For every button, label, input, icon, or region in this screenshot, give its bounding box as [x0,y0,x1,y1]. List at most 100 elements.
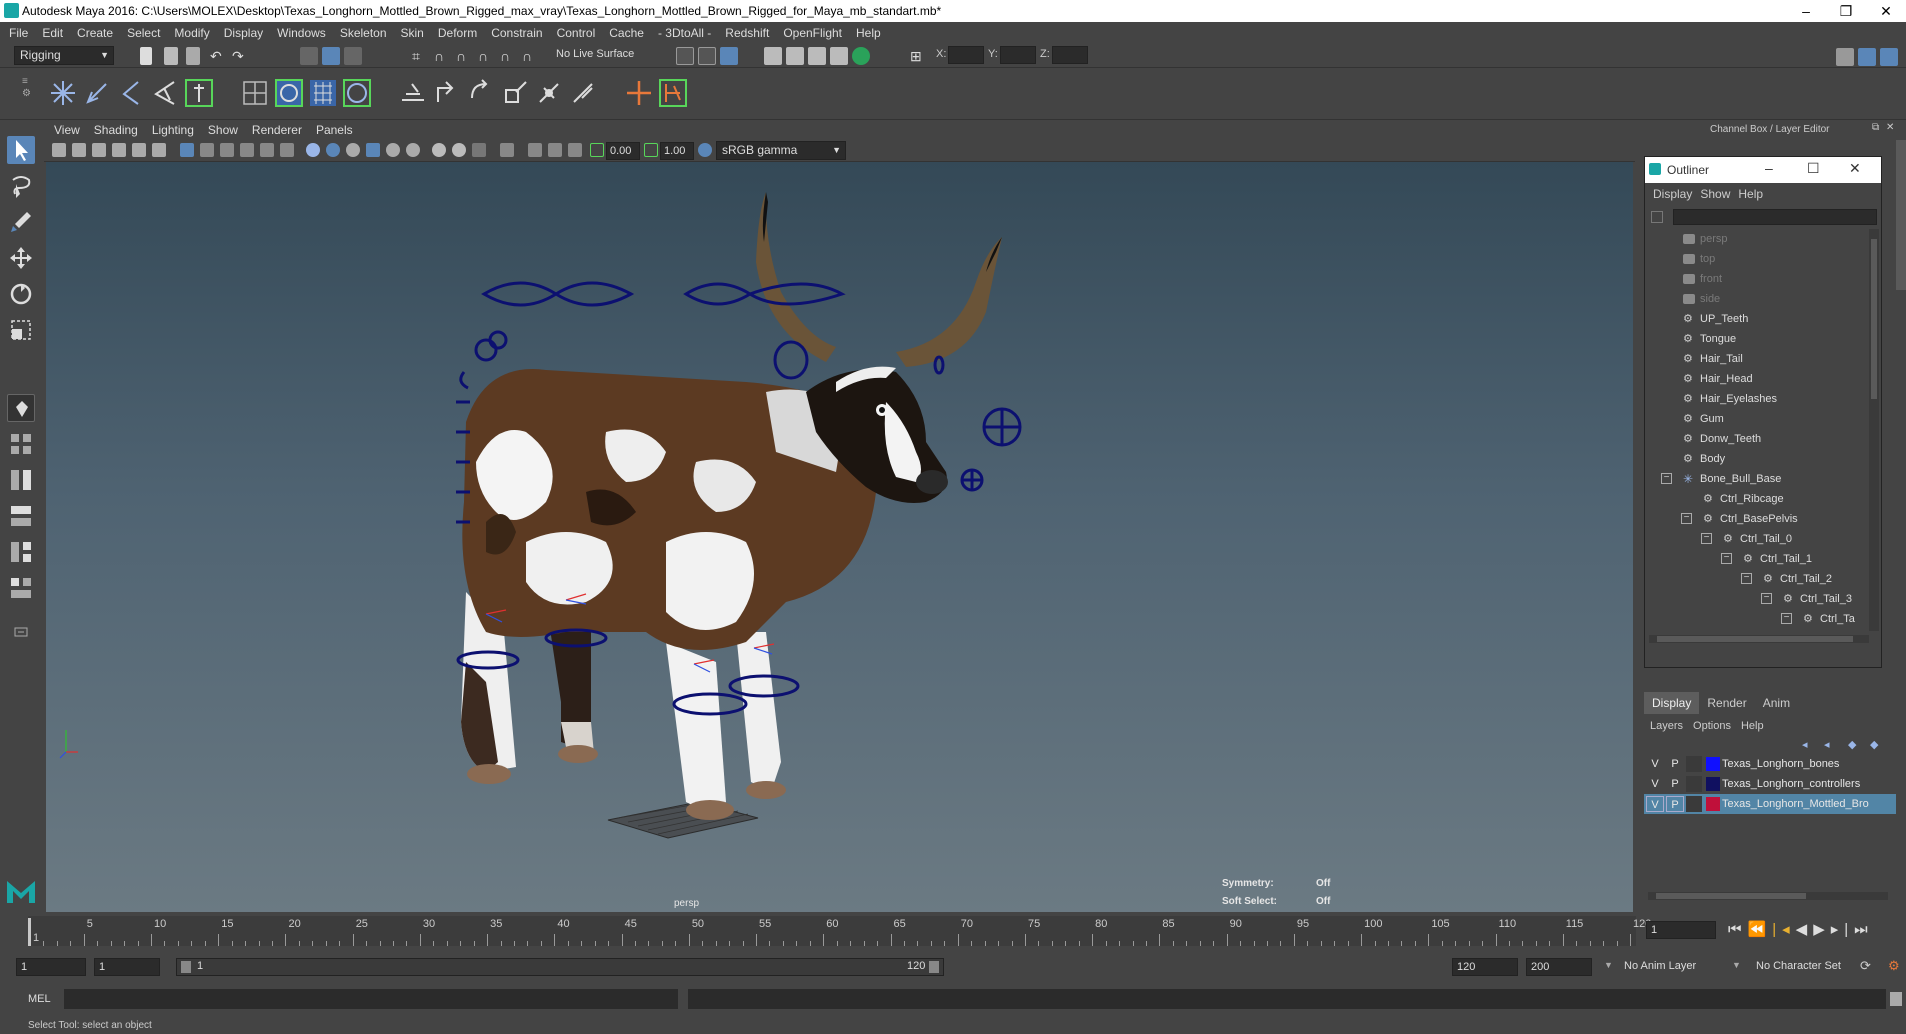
snap-point-icon[interactable]: ∩ [456,47,472,65]
menu-openflight[interactable]: OpenFlight [783,26,842,40]
transform-mode-icon[interactable]: ⊞ [910,48,926,66]
color-management-icon[interactable] [698,143,712,157]
rotate-tool-icon[interactable] [7,280,35,308]
ik-handle-icon[interactable] [82,78,112,108]
set-driven-key-icon[interactable] [658,78,688,108]
exposure-icon[interactable] [590,143,604,157]
outliner-minimize-button[interactable]: – [1765,160,1773,176]
menuset-dropdown[interactable]: Rigging ▼ [14,46,114,65]
menu-windows[interactable]: Windows [277,26,326,40]
render-settings-icon[interactable] [830,47,848,65]
camera-lock-icon[interactable] [72,143,86,157]
panel-float-icon[interactable]: ⧉ [1872,122,1879,133]
output-ops-icon[interactable] [698,47,716,65]
animation-end-field[interactable]: 200 [1526,958,1592,976]
command-input[interactable] [64,989,678,1009]
menu-help[interactable]: Help [856,26,881,40]
menu-display[interactable]: Display [224,26,263,40]
gamma-icon[interactable] [644,143,658,157]
outliner-item[interactable]: ⚙ Donw_Teeth [1683,429,1761,449]
z-field[interactable] [1052,46,1088,64]
step-forward-frame-icon[interactable]: ▸| [1831,921,1854,938]
select-by-component-icon[interactable] [344,47,362,65]
outliner-item[interactable]: persp [1683,229,1728,249]
outliner-item[interactable]: ⚙ Gum [1683,409,1724,429]
lasso-tool-icon[interactable] [7,172,35,200]
outliner-filter-icon[interactable] [1651,211,1663,223]
shelf-options-icon[interactable]: ≡ ⚙ [22,76,31,112]
outliner-vertical-scrollbar[interactable] [1869,229,1879,631]
tab-display[interactable]: Display [1644,692,1700,714]
animation-start-field[interactable]: 1 [16,958,86,976]
step-back-frame-icon[interactable]: |◂ [1772,921,1795,938]
snap-grid-icon[interactable]: ⌗ [412,47,428,65]
outliner-item[interactable]: ⚙ Ctrl_BasePelvis [1703,509,1798,529]
live-surface-label[interactable]: No Live Surface [556,48,634,60]
layer-type-toggle[interactable] [1686,756,1702,772]
outliner-item[interactable]: ⚙ Ctrl_Tail_3 [1783,589,1852,609]
layer-hscroll-thumb[interactable] [1656,893,1806,899]
render-view-icon[interactable] [764,47,782,65]
render-frame-icon[interactable] [786,47,804,65]
new-layer-icon[interactable]: ◆ [1848,738,1856,751]
field-chart-icon[interactable] [260,143,274,157]
tree-collapse-icon[interactable]: − [1741,573,1752,584]
isolate-select-icon[interactable] [500,143,514,157]
outliner-item[interactable]: ⚙ Hair_Head [1683,369,1753,389]
grid-toggle-icon[interactable] [180,143,194,157]
menu-create[interactable]: Create [77,26,113,40]
outliner-menu-help[interactable]: Help [1738,187,1763,201]
viewport-menu-shading[interactable]: Shading [94,123,138,137]
preferences-icon[interactable]: ⚙ [1888,958,1900,974]
resolution-gate-icon[interactable] [220,143,234,157]
layer-playback-toggle[interactable]: P [1666,796,1684,812]
panel-resize-handle[interactable] [1896,140,1906,290]
outliner-item[interactable]: ✳ Bone_Bull_Base [1683,469,1781,489]
y-field[interactable] [1000,46,1036,64]
create-joints-icon[interactable] [48,78,78,108]
redo-icon[interactable]: ↷ [232,49,248,63]
menu-modify[interactable]: Modify [174,26,209,40]
screen-space-ao-icon[interactable] [432,143,446,157]
outliner-item[interactable]: ⚙ Ctrl_Ribcage [1703,489,1784,509]
gate-mask-icon[interactable] [240,143,254,157]
menu-control[interactable]: Control [557,26,596,40]
step-back-key-icon[interactable]: ⏪ [1748,921,1773,938]
move-layer-up-icon[interactable]: ◂ [1802,738,1808,751]
grease-pencil-icon[interactable] [152,143,166,157]
select-by-hierarchy-icon[interactable] [300,47,318,65]
menu-3dtoall[interactable]: - 3DtoAll - [658,26,711,40]
outliner-item[interactable]: side [1683,289,1720,309]
menu-constrain[interactable]: Constrain [491,26,542,40]
snap-curve-icon[interactable]: ∩ [434,47,450,65]
script-editor-icon[interactable] [1890,992,1902,1006]
modeling-toolkit-icon[interactable] [1836,48,1854,66]
range-slider[interactable]: 1 120 [176,958,944,976]
blend-shape-icon[interactable] [342,78,372,108]
layer-color-swatch[interactable] [1706,797,1720,811]
pole-vector-icon[interactable] [568,78,598,108]
outliner-hscroll-thumb[interactable] [1657,636,1853,642]
outliner-menu-show[interactable]: Show [1700,187,1730,201]
character-set-chevron-icon[interactable]: ▼ [1732,960,1741,970]
layer-hscrollbar[interactable] [1648,892,1888,900]
tree-collapse-icon[interactable]: − [1721,553,1732,564]
parent-constraint-icon[interactable] [534,78,564,108]
wrap-icon[interactable] [308,78,338,108]
antialiasing-icon[interactable] [472,143,486,157]
playback-end-field[interactable]: 120 [1452,958,1518,976]
viewport-menu-panels[interactable]: Panels [316,123,353,137]
textured-icon[interactable] [366,143,380,157]
undo-icon[interactable]: ↶ [210,49,226,63]
viewport-menu-show[interactable]: Show [208,123,238,137]
outliner-item[interactable]: ⚙ Ctrl_Tail_0 [1723,529,1792,549]
camera-select-icon[interactable] [52,143,66,157]
exposure-field[interactable]: 0.00 [606,142,640,160]
outliner-item[interactable]: ⚙ Ctrl_Ta [1803,609,1855,629]
tab-anim[interactable]: Anim [1755,692,1798,714]
close-button[interactable]: ✕ [1866,0,1906,22]
snap-surface-icon[interactable]: ∩ [500,47,516,65]
motion-blur-icon[interactable] [452,143,466,157]
tree-collapse-icon[interactable]: − [1781,613,1792,624]
go-to-end-icon[interactable]: ⏭ [1854,921,1874,938]
